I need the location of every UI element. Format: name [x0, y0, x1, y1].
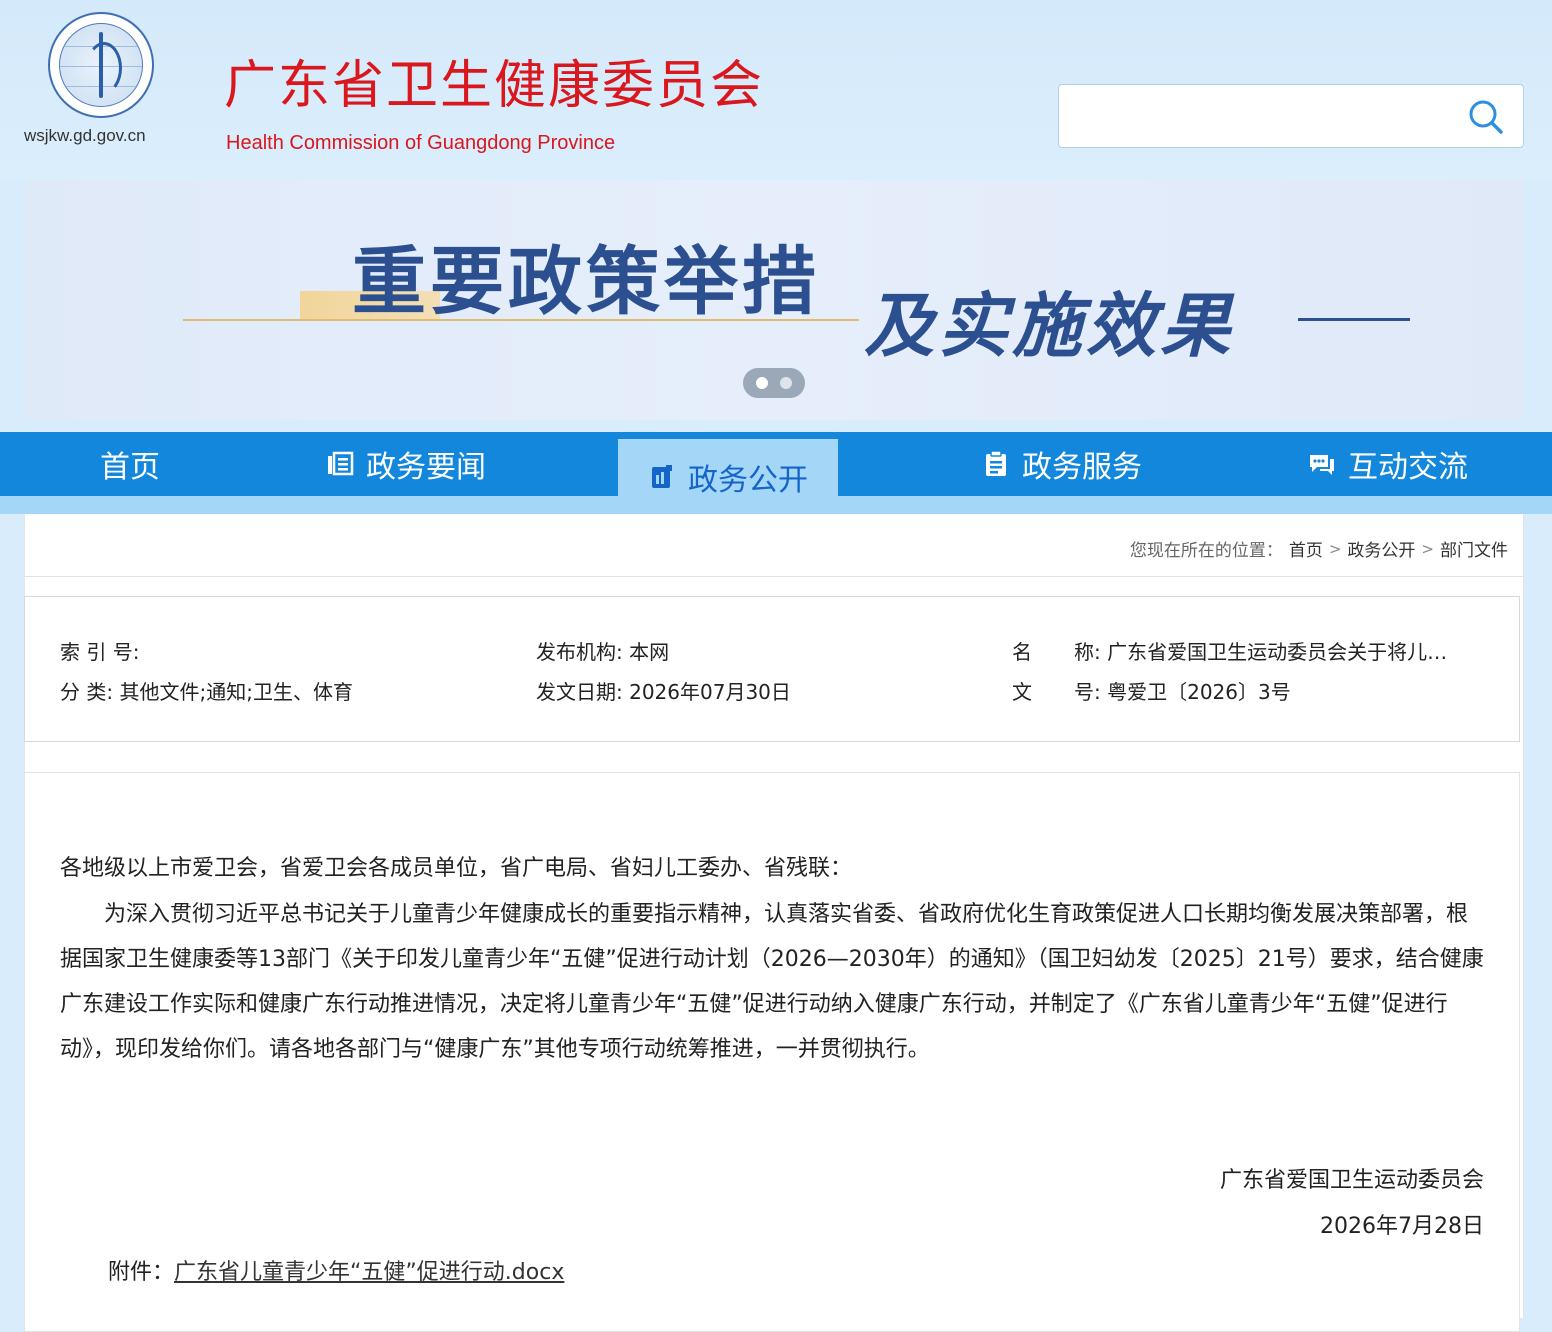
meta-category-label: 分 类:: [60, 680, 114, 704]
breadcrumb-home[interactable]: 首页: [1289, 536, 1323, 561]
meta-category-value: 其他文件;通知;卫生、体育: [119, 680, 353, 704]
meta-name: 称: 广东省爱国卫生运动委员会关于将儿…: [1074, 636, 1474, 665]
banner-headline-1: 重要政策举措: [352, 239, 820, 325]
site-title: 广东省卫生健康委员会: [224, 56, 765, 116]
main-nav: 首页 政务要闻 政务公开 政务服务 互动交流: [0, 432, 1552, 514]
meta-name-value: 广东省爱国卫生运动委员会关于将儿…: [1107, 640, 1448, 664]
meta-date-value: 2026年07月30日: [629, 680, 791, 704]
nav-label-gov-open: 政务公开: [688, 462, 808, 498]
attachment-label: 附件：: [108, 1260, 175, 1285]
meta-docno-label: 号:: [1074, 680, 1101, 704]
nav-item-home[interactable]: 首页: [100, 432, 160, 496]
meta-name-label-a: 名: [1012, 640, 1032, 664]
nav-label-interaction: 互动交流: [1348, 450, 1468, 485]
site-subtitle: Health Commission of Guangdong Province: [226, 132, 616, 154]
breadcrumb: 您现在所在的位置： 首页 > 政务公开 > 部门文件: [1129, 536, 1508, 562]
meta-docno: 号: 粤爱卫〔2026〕3号: [1074, 676, 1291, 705]
article-body: 为深入贯彻习近平总书记关于儿童青少年健康成长的重要指示精神，认真落实省委、省政府…: [60, 902, 1484, 1062]
search-icon[interactable]: [1466, 97, 1506, 137]
breadcrumb-separator: >: [1328, 539, 1342, 558]
nav-item-services[interactable]: 政务服务: [982, 432, 1142, 496]
carousel-dot-2[interactable]: [780, 377, 792, 389]
meta-docno-label-a: 文: [1012, 680, 1032, 704]
meta-publisher-value: 本网: [629, 640, 670, 664]
meta-category: 分 类: 其他文件;通知;卫生、体育: [60, 676, 353, 705]
article-sign-date: 2026年7月28日: [1320, 1214, 1484, 1239]
site-header: wsjkw.gd.gov.cn 广东省卫生健康委员会 Health Commis…: [0, 0, 1552, 180]
banner-headline-2: 及实施效果: [864, 284, 1234, 367]
nav-item-interaction[interactable]: 互动交流: [1308, 432, 1468, 496]
attachment: 附件：广东省儿童青少年“五健”促进行动.docx: [108, 1254, 564, 1286]
nav-label-home: 首页: [100, 450, 160, 485]
carousel-dot-1[interactable]: [756, 377, 768, 389]
breadcrumb-dept-docs[interactable]: 部门文件: [1440, 536, 1508, 561]
breadcrumb-separator: >: [1421, 539, 1434, 558]
article-signer: 广东省爱国卫生运动委员会: [1219, 1168, 1484, 1193]
document-icon: [652, 464, 672, 488]
breadcrumb-prefix: 您现在所在的位置：: [1129, 541, 1283, 561]
meta-docno-value: 粤爱卫〔2026〕3号: [1107, 680, 1291, 704]
meta-name-label: 称:: [1074, 640, 1101, 664]
commission-seal-logo: [48, 12, 154, 118]
attachment-link[interactable]: 广东省儿童青少年“五健”促进行动.docx: [174, 1260, 564, 1285]
meta-publisher: 发布机构: 本网: [536, 636, 669, 665]
document-meta-box: [24, 596, 1520, 742]
site-url: wsjkw.gd.gov.cn: [24, 126, 146, 145]
nav-label-news: 政务要闻: [366, 450, 486, 485]
search-input[interactable]: [1069, 95, 1453, 139]
breadcrumb-gov-open[interactable]: 政务公开: [1347, 536, 1415, 561]
meta-index: 索 引 号:: [60, 636, 139, 665]
article-salutation: 各地级以上市爱卫会，省爱卫会各成员单位，省广电局、省妇儿工委办、省残联：: [60, 856, 853, 881]
banner-carousel[interactable]: 重要政策举措 及实施效果: [24, 180, 1524, 420]
news-icon: [328, 451, 354, 476]
meta-index-label: 索 引 号:: [60, 640, 140, 664]
clipboard-icon: [986, 450, 1006, 476]
nav-label-services: 政务服务: [1022, 450, 1142, 485]
carousel-indicator: [743, 368, 805, 398]
meta-date: 发文日期: 2026年07月30日: [536, 676, 791, 705]
nav-item-news[interactable]: 政务要闻: [326, 432, 486, 496]
chat-icon: [1310, 455, 1334, 475]
meta-publisher-label: 发布机构:: [536, 640, 623, 664]
meta-date-label: 发文日期:: [536, 680, 623, 704]
search-box: [1058, 84, 1524, 148]
